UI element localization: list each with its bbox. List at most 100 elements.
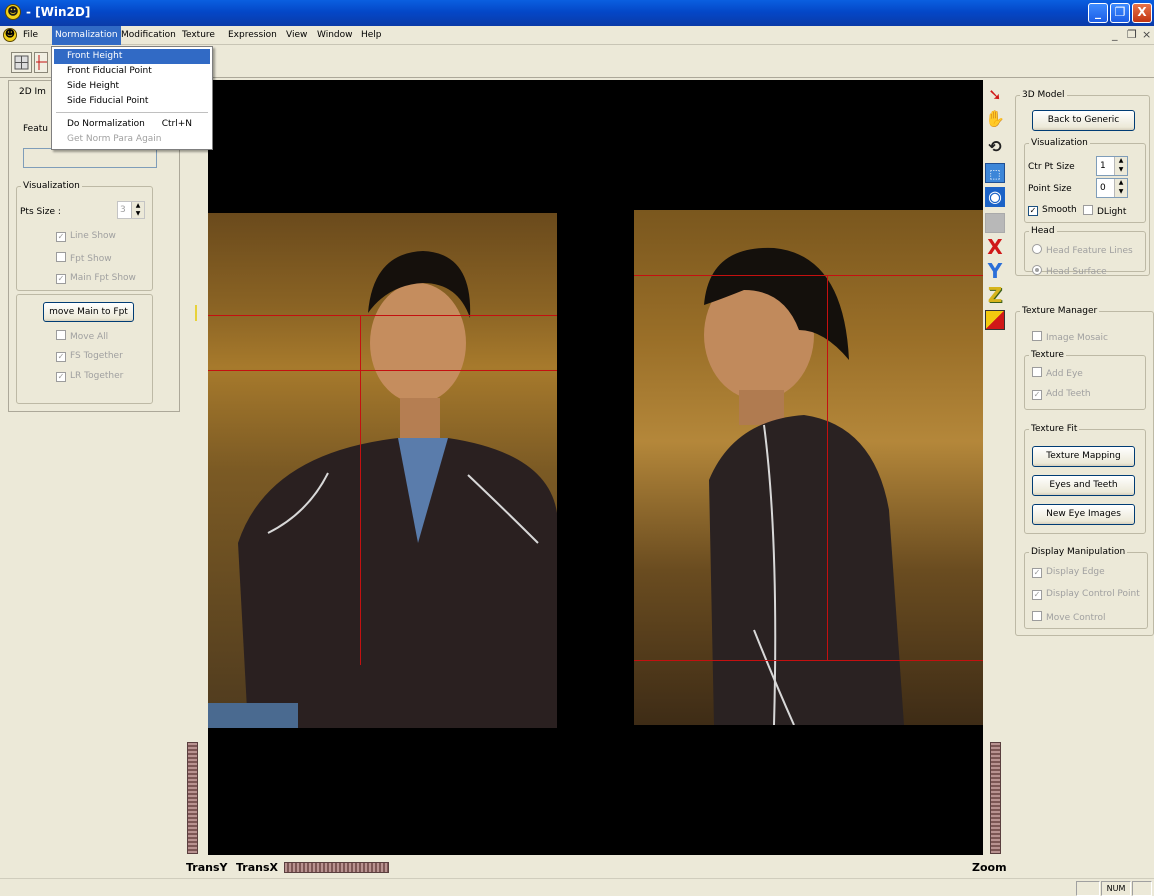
trans-x-slider[interactable] <box>284 862 389 873</box>
mdi-close-button[interactable]: × <box>1142 28 1151 41</box>
move-main-to-fpt-button[interactable]: move Main to Fpt <box>43 302 134 322</box>
line-show-checkbox[interactable]: ✓ Line Show <box>56 231 116 242</box>
grid-view-icon[interactable] <box>11 52 32 73</box>
lr-together-checkbox[interactable]: ✓ LR Together <box>56 371 123 382</box>
menu-item-side-fiducial-point[interactable]: Side Fiducial Point <box>54 94 210 109</box>
menu-modification[interactable]: Modification <box>118 26 179 45</box>
point-size-spinner[interactable]: 0 ▲ ▼ <box>1096 178 1128 198</box>
side-vertical-guide[interactable] <box>827 275 828 660</box>
display-control-point-checkbox[interactable]: ✓ Display Control Point <box>1032 589 1140 600</box>
zoom-label: Zoom <box>972 861 1007 874</box>
front-vertical-guide[interactable] <box>360 315 361 665</box>
main-fpt-show-checkbox[interactable]: ✓ Main Fpt Show <box>56 273 136 284</box>
spin-arrows[interactable]: ▲ ▼ <box>1114 179 1127 197</box>
pointer-icon[interactable]: ➘ <box>985 85 1005 105</box>
checkbox-box[interactable] <box>56 330 66 340</box>
mdi-restore-button[interactable]: ❐ <box>1127 28 1137 41</box>
head-surface-radio[interactable]: Head Surface <box>1032 265 1107 277</box>
checkbox-box[interactable]: ✓ <box>56 372 66 382</box>
side-face-photo[interactable] <box>634 210 983 725</box>
feature-combo[interactable] <box>23 148 157 168</box>
palette-icon[interactable] <box>985 310 1005 330</box>
display-edge-checkbox[interactable]: ✓ Display Edge <box>1032 567 1105 578</box>
checkbox-box[interactable] <box>56 252 66 262</box>
dlight-checkbox[interactable]: DLight <box>1083 205 1126 217</box>
view-tools: ➘ ✋ ⟲ ⬚ ◉ X Y Z <box>983 80 1007 350</box>
smooth-checkbox[interactable]: ✓ Smooth <box>1028 205 1077 216</box>
radio-circle[interactable] <box>1032 265 1042 275</box>
image-mosaic-checkbox[interactable]: Image Mosaic <box>1032 331 1108 343</box>
menu-window[interactable]: Window <box>314 26 356 45</box>
texture-mapping-button[interactable]: Texture Mapping <box>1032 446 1135 467</box>
maximize-button[interactable]: ❐ <box>1110 3 1130 23</box>
rotate-icon[interactable]: ⟲ <box>985 137 1005 157</box>
eyes-and-teeth-button[interactable]: Eyes and Teeth <box>1032 475 1135 496</box>
ctr-pt-size-label: Ctr Pt Size <box>1028 162 1075 172</box>
menu-file[interactable]: File <box>20 26 41 45</box>
image-viewer[interactable] <box>208 80 983 855</box>
menu-item-front-height[interactable]: Front Height <box>54 49 210 64</box>
title-bar: ☻ - [Win2D] _ ❐ X <box>0 0 1154 26</box>
front-horizontal-guide-bottom[interactable] <box>208 370 557 371</box>
yellow-marker <box>195 305 197 321</box>
spin-arrows[interactable]: ▲ ▼ <box>131 202 144 218</box>
move-all-checkbox[interactable]: Move All <box>56 330 108 342</box>
texture-group: Texture <box>1024 350 1146 410</box>
checkbox-box[interactable]: ✓ <box>1032 568 1042 578</box>
document-smiley-icon[interactable]: ☻ <box>3 28 17 42</box>
front-face-photo[interactable] <box>208 213 557 728</box>
zoom-slider[interactable] <box>990 742 1001 854</box>
radio-circle[interactable] <box>1032 244 1042 254</box>
x-axis-icon[interactable]: X <box>985 237 1005 257</box>
menu-item-front-fiducial-point[interactable]: Front Fiducial Point <box>54 64 210 79</box>
blank-tool-icon[interactable] <box>985 213 1005 233</box>
move-control-checkbox[interactable]: Move Control <box>1032 611 1106 623</box>
menu-item-do-normalization[interactable]: Do Normalization Ctrl+N <box>54 117 210 132</box>
side-horizontal-guide-bottom[interactable] <box>634 660 983 661</box>
ctr-pt-size-spinner[interactable]: 1 ▲ ▼ <box>1096 156 1128 176</box>
checkbox-box[interactable]: ✓ <box>1032 590 1042 600</box>
menu-view[interactable]: View <box>283 26 310 45</box>
mdi-minimize-button[interactable]: _ <box>1112 28 1118 41</box>
fs-together-checkbox[interactable]: ✓ FS Together <box>56 351 123 362</box>
checkbox-box[interactable] <box>1083 205 1093 215</box>
checkbox-box[interactable] <box>1032 331 1042 341</box>
checkbox-box[interactable]: ✓ <box>56 232 66 242</box>
select-icon[interactable]: ⬚ <box>985 163 1005 183</box>
add-eye-checkbox[interactable]: Add Eye <box>1032 367 1083 379</box>
spin-arrows[interactable]: ▲ ▼ <box>1114 157 1127 175</box>
add-teeth-checkbox[interactable]: ✓ Add Teeth <box>1032 389 1091 400</box>
back-to-generic-button[interactable]: Back to Generic <box>1032 110 1135 131</box>
trans-y-slider[interactable] <box>187 742 198 854</box>
checkbox-box[interactable] <box>1032 367 1042 377</box>
checkbox-box[interactable]: ✓ <box>1028 206 1038 216</box>
point-size-value: 0 <box>1100 183 1106 193</box>
checkbox-box[interactable] <box>1032 611 1042 621</box>
minimize-button[interactable]: _ <box>1088 3 1108 23</box>
fpt-show-checkbox[interactable]: Fpt Show <box>56 252 112 264</box>
model-3d-legend: 3D Model <box>1022 90 1065 100</box>
close-button[interactable]: X <box>1132 3 1152 23</box>
window-title: - [Win2D] <box>26 5 91 19</box>
checkbox-box[interactable]: ✓ <box>56 274 66 284</box>
menu-normalization[interactable]: Normalization <box>52 26 121 45</box>
checkbox-box[interactable]: ✓ <box>1032 390 1042 400</box>
menu-texture[interactable]: Texture <box>179 26 218 45</box>
new-eye-images-button[interactable]: New Eye Images <box>1032 504 1135 525</box>
menu-item-side-height[interactable]: Side Height <box>54 79 210 94</box>
side-horizontal-guide-top[interactable] <box>634 275 983 276</box>
model-visualization-legend: Visualization <box>1031 138 1088 148</box>
menu-expression[interactable]: Expression <box>225 26 280 45</box>
hand-icon[interactable]: ✋ <box>985 109 1005 129</box>
front-horizontal-guide-top[interactable] <box>208 315 557 316</box>
head-feature-lines-radio[interactable]: Head Feature Lines <box>1032 244 1133 256</box>
guide-lines-icon[interactable] <box>34 52 48 73</box>
menu-help[interactable]: Help <box>358 26 385 45</box>
y-axis-icon[interactable]: Y <box>985 261 1005 281</box>
pts-size-spinner[interactable]: 3 ▲ ▼ <box>117 201 145 219</box>
side-person-figure <box>704 247 904 725</box>
checkbox-box[interactable]: ✓ <box>56 352 66 362</box>
z-axis-icon[interactable]: Z <box>985 285 1005 305</box>
app-smiley-icon[interactable]: ☻ <box>5 4 21 20</box>
eye-icon[interactable]: ◉ <box>985 187 1005 207</box>
